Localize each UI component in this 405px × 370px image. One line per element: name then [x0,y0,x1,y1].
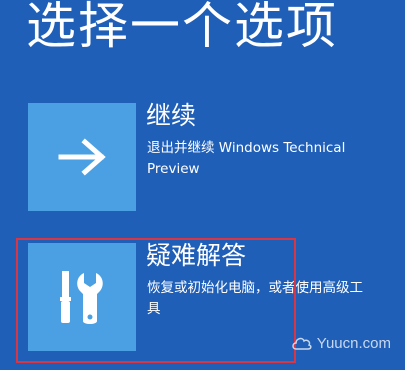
troubleshoot-title: 疑难解答 [146,241,247,270]
arrow-right-icon [58,138,106,176]
continue-description: 退出并继续 Windows Technical Preview [147,140,346,177]
troubleshoot-tile[interactable] [28,243,136,351]
continue-tile[interactable] [28,103,136,211]
watermark: Yuucn.com [291,334,391,352]
watermark-text: Yuucn.com [316,334,391,352]
tools-icon [60,271,103,324]
continue-title: 继续 [146,101,197,130]
troubleshoot-description: 恢复或初始化电脑，或者使用高级工具 [147,280,363,317]
page-title: 选择一个选项 [26,0,338,55]
continue-option[interactable]: 继续 退出并继续 Windows Technical Preview [28,101,358,219]
cloud-logo-icon [292,337,312,350]
